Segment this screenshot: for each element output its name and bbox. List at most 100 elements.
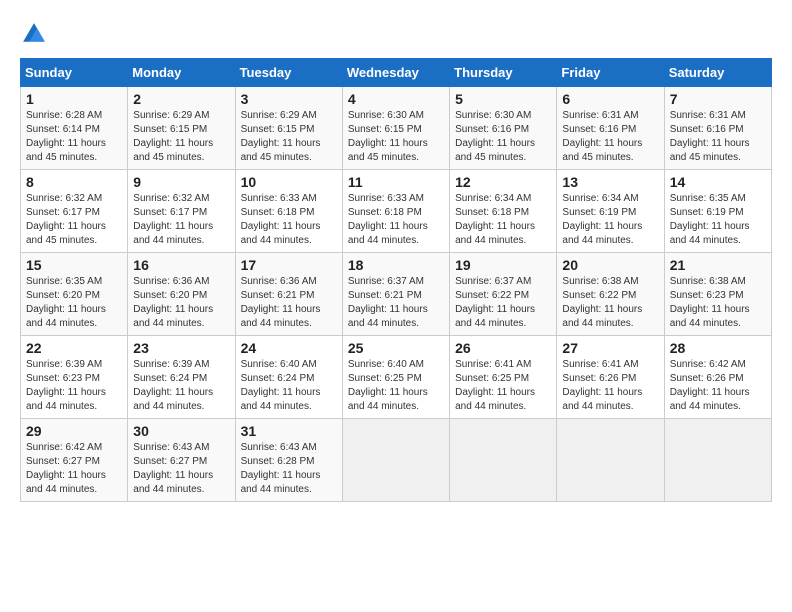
calendar-cell: 6 Sunrise: 6:31 AMSunset: 6:16 PMDayligh… bbox=[557, 87, 664, 170]
day-detail: Sunrise: 6:42 AMSunset: 6:27 PMDaylight:… bbox=[26, 441, 122, 497]
day-detail: Sunrise: 6:37 AMSunset: 6:21 PMDaylight:… bbox=[348, 275, 444, 331]
day-number: 29 bbox=[26, 423, 122, 439]
calendar-cell: 30 Sunrise: 6:43 AMSunset: 6:27 PMDaylig… bbox=[128, 419, 235, 502]
calendar-cell: 8 Sunrise: 6:32 AMSunset: 6:17 PMDayligh… bbox=[21, 170, 128, 253]
calendar-cell: 17 Sunrise: 6:36 AMSunset: 6:21 PMDaylig… bbox=[235, 253, 342, 336]
day-number: 30 bbox=[133, 423, 229, 439]
calendar-cell: 29 Sunrise: 6:42 AMSunset: 6:27 PMDaylig… bbox=[21, 419, 128, 502]
day-number: 13 bbox=[562, 174, 658, 190]
calendar-cell: 12 Sunrise: 6:34 AMSunset: 6:18 PMDaylig… bbox=[450, 170, 557, 253]
day-detail: Sunrise: 6:32 AMSunset: 6:17 PMDaylight:… bbox=[133, 192, 229, 248]
calendar-week-1: 1 Sunrise: 6:28 AMSunset: 6:14 PMDayligh… bbox=[21, 87, 772, 170]
weekday-thursday: Thursday bbox=[450, 59, 557, 87]
day-number: 12 bbox=[455, 174, 551, 190]
day-detail: Sunrise: 6:34 AMSunset: 6:19 PMDaylight:… bbox=[562, 192, 658, 248]
day-number: 5 bbox=[455, 91, 551, 107]
calendar-cell bbox=[450, 419, 557, 502]
calendar-cell: 3 Sunrise: 6:29 AMSunset: 6:15 PMDayligh… bbox=[235, 87, 342, 170]
day-number: 24 bbox=[241, 340, 337, 356]
day-detail: Sunrise: 6:35 AMSunset: 6:20 PMDaylight:… bbox=[26, 275, 122, 331]
calendar-cell: 20 Sunrise: 6:38 AMSunset: 6:22 PMDaylig… bbox=[557, 253, 664, 336]
calendar-cell: 19 Sunrise: 6:37 AMSunset: 6:22 PMDaylig… bbox=[450, 253, 557, 336]
day-detail: Sunrise: 6:41 AMSunset: 6:26 PMDaylight:… bbox=[562, 358, 658, 414]
day-detail: Sunrise: 6:29 AMSunset: 6:15 PMDaylight:… bbox=[133, 109, 229, 165]
day-number: 25 bbox=[348, 340, 444, 356]
day-detail: Sunrise: 6:42 AMSunset: 6:26 PMDaylight:… bbox=[670, 358, 766, 414]
day-number: 4 bbox=[348, 91, 444, 107]
calendar-cell: 26 Sunrise: 6:41 AMSunset: 6:25 PMDaylig… bbox=[450, 336, 557, 419]
calendar-cell: 10 Sunrise: 6:33 AMSunset: 6:18 PMDaylig… bbox=[235, 170, 342, 253]
calendar-cell: 31 Sunrise: 6:43 AMSunset: 6:28 PMDaylig… bbox=[235, 419, 342, 502]
day-detail: Sunrise: 6:32 AMSunset: 6:17 PMDaylight:… bbox=[26, 192, 122, 248]
calendar-cell bbox=[342, 419, 449, 502]
calendar-cell: 27 Sunrise: 6:41 AMSunset: 6:26 PMDaylig… bbox=[557, 336, 664, 419]
day-detail: Sunrise: 6:36 AMSunset: 6:20 PMDaylight:… bbox=[133, 275, 229, 331]
day-number: 17 bbox=[241, 257, 337, 273]
day-number: 22 bbox=[26, 340, 122, 356]
day-detail: Sunrise: 6:38 AMSunset: 6:22 PMDaylight:… bbox=[562, 275, 658, 331]
calendar-week-5: 29 Sunrise: 6:42 AMSunset: 6:27 PMDaylig… bbox=[21, 419, 772, 502]
calendar-cell: 11 Sunrise: 6:33 AMSunset: 6:18 PMDaylig… bbox=[342, 170, 449, 253]
day-detail: Sunrise: 6:41 AMSunset: 6:25 PMDaylight:… bbox=[455, 358, 551, 414]
weekday-saturday: Saturday bbox=[664, 59, 771, 87]
day-number: 7 bbox=[670, 91, 766, 107]
day-detail: Sunrise: 6:39 AMSunset: 6:23 PMDaylight:… bbox=[26, 358, 122, 414]
day-number: 10 bbox=[241, 174, 337, 190]
day-detail: Sunrise: 6:37 AMSunset: 6:22 PMDaylight:… bbox=[455, 275, 551, 331]
calendar-cell bbox=[664, 419, 771, 502]
weekday-sunday: Sunday bbox=[21, 59, 128, 87]
day-number: 26 bbox=[455, 340, 551, 356]
calendar-cell bbox=[557, 419, 664, 502]
weekday-header-row: SundayMondayTuesdayWednesdayThursdayFrid… bbox=[21, 59, 772, 87]
day-detail: Sunrise: 6:30 AMSunset: 6:16 PMDaylight:… bbox=[455, 109, 551, 165]
day-number: 9 bbox=[133, 174, 229, 190]
day-number: 2 bbox=[133, 91, 229, 107]
calendar-cell: 9 Sunrise: 6:32 AMSunset: 6:17 PMDayligh… bbox=[128, 170, 235, 253]
calendar-cell: 21 Sunrise: 6:38 AMSunset: 6:23 PMDaylig… bbox=[664, 253, 771, 336]
day-number: 19 bbox=[455, 257, 551, 273]
day-detail: Sunrise: 6:38 AMSunset: 6:23 PMDaylight:… bbox=[670, 275, 766, 331]
day-detail: Sunrise: 6:35 AMSunset: 6:19 PMDaylight:… bbox=[670, 192, 766, 248]
day-detail: Sunrise: 6:40 AMSunset: 6:25 PMDaylight:… bbox=[348, 358, 444, 414]
calendar-week-2: 8 Sunrise: 6:32 AMSunset: 6:17 PMDayligh… bbox=[21, 170, 772, 253]
day-detail: Sunrise: 6:33 AMSunset: 6:18 PMDaylight:… bbox=[241, 192, 337, 248]
day-detail: Sunrise: 6:29 AMSunset: 6:15 PMDaylight:… bbox=[241, 109, 337, 165]
day-detail: Sunrise: 6:28 AMSunset: 6:14 PMDaylight:… bbox=[26, 109, 122, 165]
calendar-cell: 14 Sunrise: 6:35 AMSunset: 6:19 PMDaylig… bbox=[664, 170, 771, 253]
day-number: 21 bbox=[670, 257, 766, 273]
calendar-cell: 1 Sunrise: 6:28 AMSunset: 6:14 PMDayligh… bbox=[21, 87, 128, 170]
day-number: 31 bbox=[241, 423, 337, 439]
day-number: 3 bbox=[241, 91, 337, 107]
calendar-cell: 28 Sunrise: 6:42 AMSunset: 6:26 PMDaylig… bbox=[664, 336, 771, 419]
calendar-cell: 22 Sunrise: 6:39 AMSunset: 6:23 PMDaylig… bbox=[21, 336, 128, 419]
weekday-friday: Friday bbox=[557, 59, 664, 87]
calendar-table: SundayMondayTuesdayWednesdayThursdayFrid… bbox=[20, 58, 772, 502]
calendar-body: 1 Sunrise: 6:28 AMSunset: 6:14 PMDayligh… bbox=[21, 87, 772, 502]
day-detail: Sunrise: 6:43 AMSunset: 6:28 PMDaylight:… bbox=[241, 441, 337, 497]
day-detail: Sunrise: 6:34 AMSunset: 6:18 PMDaylight:… bbox=[455, 192, 551, 248]
day-number: 1 bbox=[26, 91, 122, 107]
day-detail: Sunrise: 6:40 AMSunset: 6:24 PMDaylight:… bbox=[241, 358, 337, 414]
day-detail: Sunrise: 6:31 AMSunset: 6:16 PMDaylight:… bbox=[670, 109, 766, 165]
day-number: 27 bbox=[562, 340, 658, 356]
day-detail: Sunrise: 6:36 AMSunset: 6:21 PMDaylight:… bbox=[241, 275, 337, 331]
calendar-cell: 5 Sunrise: 6:30 AMSunset: 6:16 PMDayligh… bbox=[450, 87, 557, 170]
day-number: 23 bbox=[133, 340, 229, 356]
calendar-cell: 23 Sunrise: 6:39 AMSunset: 6:24 PMDaylig… bbox=[128, 336, 235, 419]
calendar-cell: 24 Sunrise: 6:40 AMSunset: 6:24 PMDaylig… bbox=[235, 336, 342, 419]
calendar-cell: 15 Sunrise: 6:35 AMSunset: 6:20 PMDaylig… bbox=[21, 253, 128, 336]
day-number: 11 bbox=[348, 174, 444, 190]
day-number: 20 bbox=[562, 257, 658, 273]
calendar-cell: 7 Sunrise: 6:31 AMSunset: 6:16 PMDayligh… bbox=[664, 87, 771, 170]
calendar-week-3: 15 Sunrise: 6:35 AMSunset: 6:20 PMDaylig… bbox=[21, 253, 772, 336]
calendar-cell: 25 Sunrise: 6:40 AMSunset: 6:25 PMDaylig… bbox=[342, 336, 449, 419]
calendar-cell: 2 Sunrise: 6:29 AMSunset: 6:15 PMDayligh… bbox=[128, 87, 235, 170]
logo-icon bbox=[20, 20, 48, 48]
weekday-tuesday: Tuesday bbox=[235, 59, 342, 87]
calendar-cell: 13 Sunrise: 6:34 AMSunset: 6:19 PMDaylig… bbox=[557, 170, 664, 253]
day-number: 28 bbox=[670, 340, 766, 356]
calendar-cell: 16 Sunrise: 6:36 AMSunset: 6:20 PMDaylig… bbox=[128, 253, 235, 336]
day-detail: Sunrise: 6:39 AMSunset: 6:24 PMDaylight:… bbox=[133, 358, 229, 414]
logo bbox=[20, 20, 52, 48]
weekday-wednesday: Wednesday bbox=[342, 59, 449, 87]
